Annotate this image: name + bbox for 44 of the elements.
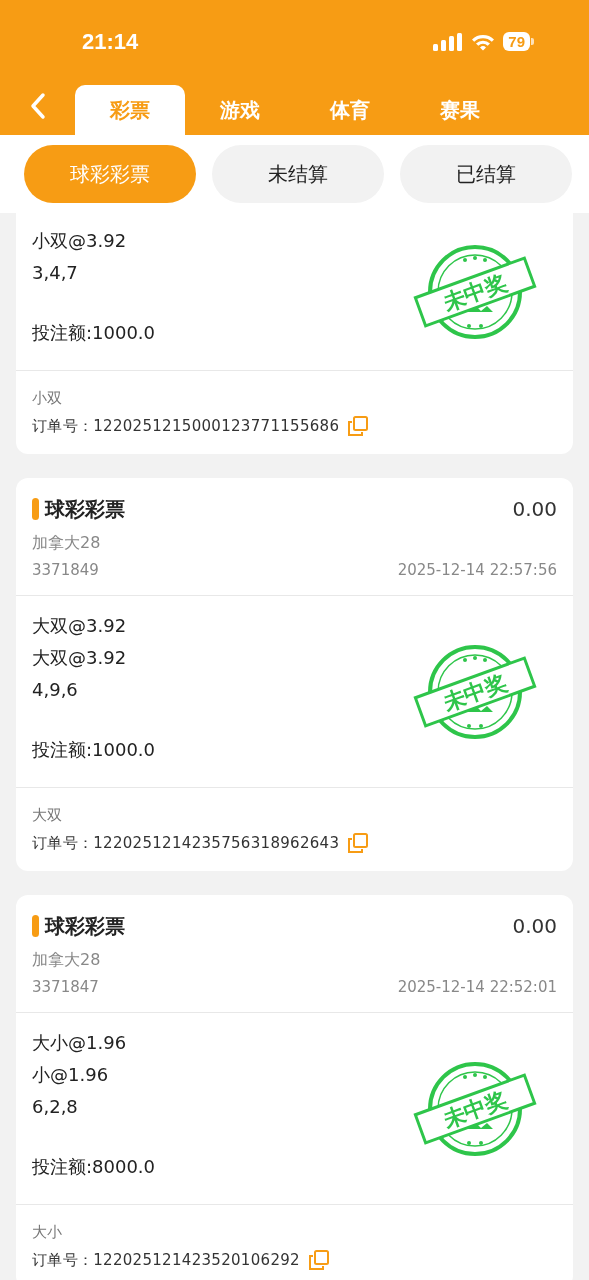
order-number: 订单号：1220251215000123771155686	[32, 416, 340, 437]
issue-number: 3371849	[32, 560, 99, 581]
issue-number: 3371847	[32, 977, 99, 998]
card-title: 球彩彩票	[45, 912, 125, 940]
play-type: 大小	[32, 1222, 62, 1242]
lottery-name: 加拿大28	[32, 949, 101, 971]
stake-amount: 投注额:8000.0	[32, 1155, 156, 1179]
stake-amount: 投注额:1000.0	[32, 738, 156, 762]
signal-icon	[433, 32, 464, 51]
bet-time: 2025-12-14 22:57:56	[397, 560, 557, 581]
stake-amount: 投注额:1000.0	[32, 321, 156, 345]
order-number: 订单号：1220251214235756318962643	[32, 833, 340, 854]
win-amount: 0.00	[512, 914, 557, 938]
title-marker	[32, 915, 39, 937]
draw-numbers: 3,4,7	[32, 261, 78, 285]
lottery-name: 加拿大28	[32, 532, 101, 554]
bet-selection: 小双@3.92	[32, 229, 127, 253]
filter-chip[interactable]: 已结算	[400, 145, 572, 203]
filter-chip[interactable]: 未结算	[212, 145, 384, 203]
bet-selection: 大双@3.92	[32, 614, 127, 638]
order-number: 订单号：122025121423520106292	[32, 1250, 300, 1271]
tab[interactable]: 彩票	[75, 85, 185, 135]
title-marker	[32, 498, 39, 520]
win-amount: 0.00	[512, 497, 557, 521]
bet-selection: 大小@1.96	[32, 1031, 127, 1055]
draw-numbers: 4,9,6	[32, 678, 78, 702]
bet-selection: 大双@3.92	[32, 646, 127, 670]
filter-chip[interactable]: 球彩彩票	[24, 145, 196, 203]
bet-time: 2025-12-14 22:52:01	[397, 977, 557, 998]
card-title: 球彩彩票	[45, 495, 125, 523]
play-type: 大双	[32, 805, 62, 825]
copy-icon[interactable]	[347, 832, 370, 854]
status-time: 21:14	[82, 28, 139, 55]
copy-icon[interactable]	[347, 415, 370, 437]
copy-icon[interactable]	[307, 1249, 330, 1271]
tab[interactable]: 体育	[295, 85, 405, 135]
tab[interactable]: 游戏	[185, 85, 295, 135]
battery-indicator: 79	[503, 32, 530, 51]
back-icon	[29, 92, 46, 120]
wifi-icon	[471, 32, 496, 51]
draw-numbers: 6,2,8	[32, 1095, 78, 1119]
play-type: 小双	[32, 388, 62, 408]
bet-selection: 小@1.96	[32, 1063, 109, 1087]
tab[interactable]: 赛果	[405, 85, 515, 135]
